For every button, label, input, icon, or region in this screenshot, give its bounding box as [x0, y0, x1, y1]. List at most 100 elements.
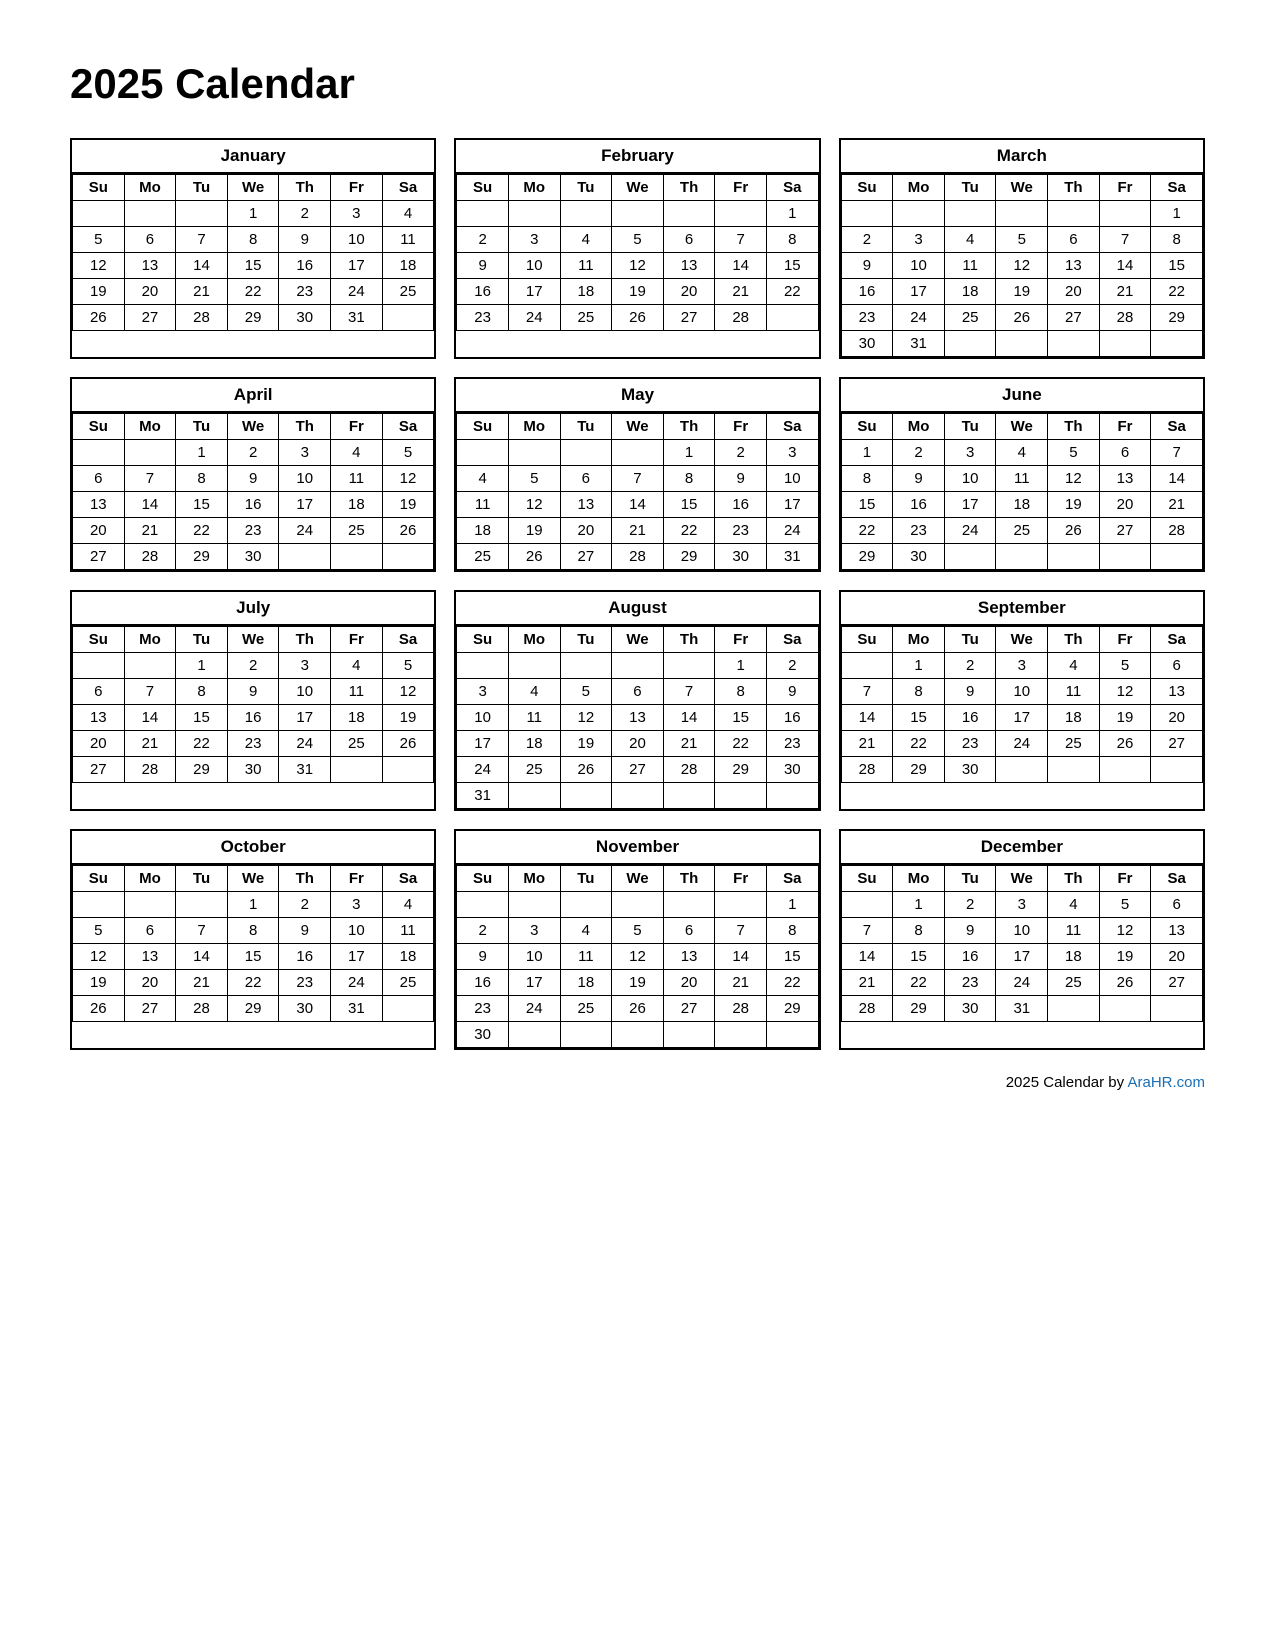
day-cell: 11: [1048, 679, 1100, 705]
day-cell: 5: [1048, 440, 1100, 466]
day-cell: 20: [663, 279, 715, 305]
day-header-we: We: [227, 414, 279, 440]
month-block-june: JuneSuMoTuWeThFrSa1234567891011121314151…: [839, 377, 1205, 572]
day-cell: [560, 1022, 612, 1048]
week-row: 10111213141516: [457, 705, 818, 731]
day-cell: 23: [279, 970, 331, 996]
month-block-may: MaySuMoTuWeThFrSa12345678910111213141516…: [454, 377, 820, 572]
day-header-fr: Fr: [1099, 627, 1151, 653]
day-cell: [996, 331, 1048, 357]
day-cell: 26: [612, 996, 664, 1022]
month-title-april: April: [72, 379, 434, 413]
day-cell: 6: [663, 918, 715, 944]
day-cell: [560, 440, 612, 466]
day-cell: 7: [1151, 440, 1203, 466]
day-cell: 10: [944, 466, 996, 492]
day-cell: 26: [1099, 731, 1151, 757]
day-cell: 15: [176, 705, 228, 731]
day-cell: 16: [893, 492, 945, 518]
day-header-mo: Mo: [124, 175, 176, 201]
day-cell: 31: [893, 331, 945, 357]
day-cell: 4: [331, 653, 383, 679]
day-header-tu: Tu: [944, 866, 996, 892]
day-cell: 31: [331, 305, 383, 331]
day-cell: 23: [227, 518, 279, 544]
day-header-fr: Fr: [331, 866, 383, 892]
day-cell: [457, 892, 509, 918]
day-header-we: We: [612, 627, 664, 653]
day-cell: 19: [1048, 492, 1100, 518]
day-cell: [73, 201, 125, 227]
day-cell: 28: [841, 996, 893, 1022]
day-cell: [508, 892, 560, 918]
day-header-we: We: [996, 175, 1048, 201]
day-cell: 24: [331, 970, 383, 996]
month-table-august: SuMoTuWeThFrSa12345678910111213141516171…: [456, 626, 818, 809]
day-cell: 21: [124, 731, 176, 757]
day-cell: 17: [766, 492, 818, 518]
month-block-march: MarchSuMoTuWeThFrSa123456789101112131415…: [839, 138, 1205, 359]
day-cell: 28: [176, 305, 228, 331]
week-row: 28293031: [841, 996, 1202, 1022]
day-cell: 11: [331, 466, 383, 492]
day-header-sa: Sa: [766, 866, 818, 892]
footer-link[interactable]: AraHR.com: [1127, 1074, 1205, 1091]
day-header-mo: Mo: [508, 414, 560, 440]
week-row: 2345678: [457, 227, 818, 253]
day-cell: 29: [766, 996, 818, 1022]
day-header-mo: Mo: [893, 414, 945, 440]
day-cell: 11: [508, 705, 560, 731]
day-cell: 25: [996, 518, 1048, 544]
day-cell: 3: [893, 227, 945, 253]
day-cell: [1099, 544, 1151, 570]
day-cell: [560, 201, 612, 227]
day-header-mo: Mo: [508, 866, 560, 892]
day-cell: 22: [893, 970, 945, 996]
month-title-june: June: [841, 379, 1203, 413]
month-table-may: SuMoTuWeThFrSa12345678910111213141516171…: [456, 413, 818, 570]
day-cell: 5: [612, 227, 664, 253]
week-row: 20212223242526: [73, 731, 434, 757]
week-row: 12131415161718: [73, 944, 434, 970]
month-block-july: JulySuMoTuWeThFrSa1234567891011121314151…: [70, 590, 436, 811]
day-header-tu: Tu: [176, 866, 228, 892]
day-cell: 8: [715, 679, 767, 705]
day-cell: 26: [612, 305, 664, 331]
week-row: 23242526272829: [841, 305, 1202, 331]
day-cell: 13: [73, 492, 125, 518]
day-header-th: Th: [279, 866, 331, 892]
day-cell: 27: [73, 757, 125, 783]
day-cell: 15: [766, 944, 818, 970]
day-cell: 20: [663, 970, 715, 996]
day-cell: 3: [279, 440, 331, 466]
day-cell: 26: [382, 518, 434, 544]
day-cell: [508, 653, 560, 679]
day-cell: 10: [766, 466, 818, 492]
day-header-su: Su: [457, 627, 509, 653]
month-table-june: SuMoTuWeThFrSa12345678910111213141516171…: [841, 413, 1203, 570]
day-cell: 21: [176, 279, 228, 305]
day-header-su: Su: [457, 175, 509, 201]
day-cell: 18: [331, 705, 383, 731]
week-row: 6789101112: [73, 679, 434, 705]
day-cell: 14: [715, 253, 767, 279]
day-cell: 22: [176, 518, 228, 544]
month-table-july: SuMoTuWeThFrSa12345678910111213141516171…: [72, 626, 434, 783]
month-block-august: AugustSuMoTuWeThFrSa12345678910111213141…: [454, 590, 820, 811]
week-row: 282930: [841, 757, 1202, 783]
day-cell: 4: [457, 466, 509, 492]
day-cell: 27: [1048, 305, 1100, 331]
day-cell: 9: [227, 466, 279, 492]
day-cell: [1048, 201, 1100, 227]
day-cell: [1151, 331, 1203, 357]
day-cell: 6: [560, 466, 612, 492]
day-cell: 19: [73, 279, 125, 305]
day-cell: 25: [508, 757, 560, 783]
day-cell: 10: [996, 679, 1048, 705]
day-cell: 5: [73, 918, 125, 944]
week-row: 11121314151617: [457, 492, 818, 518]
day-cell: 6: [1099, 440, 1151, 466]
week-row: 14151617181920: [841, 705, 1202, 731]
day-cell: 12: [612, 253, 664, 279]
day-cell: 5: [73, 227, 125, 253]
